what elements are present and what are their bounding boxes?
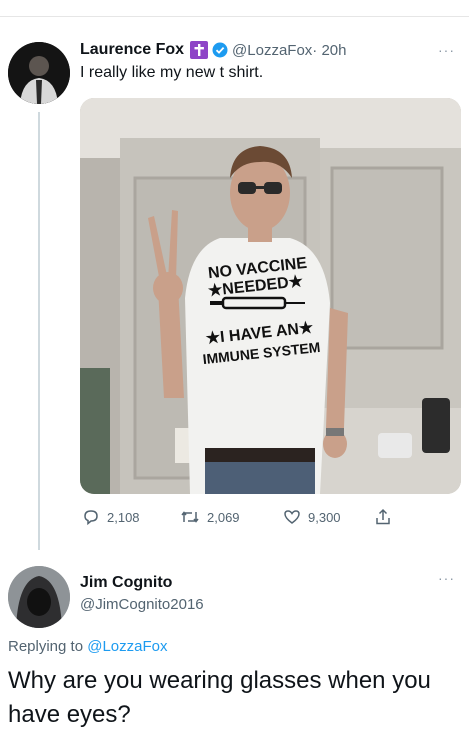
share-button[interactable] (374, 508, 399, 526)
tweet-header: Laurence Fox @LozzaFox · 20h (80, 38, 347, 62)
more-options-icon[interactable]: ··· (438, 570, 455, 586)
replying-to: Replying to @LozzaFox (8, 638, 167, 655)
retweet-count: 2,069 (207, 509, 240, 525)
reply-count: 2,108 (107, 509, 140, 525)
author-handle[interactable]: @JimCognito2016 (80, 596, 204, 613)
thread-line (38, 112, 40, 550)
retweet-button[interactable]: 2,069 (180, 508, 240, 526)
more-options-icon[interactable]: ··· (438, 42, 455, 58)
author-name[interactable]: Jim Cognito (80, 574, 172, 592)
reply-button[interactable]: 2,108 (82, 508, 140, 526)
reply-text: Why are you wearing glasses when you hav… (8, 667, 431, 728)
tweet-actions: 2,108 2,069 9,300 (80, 506, 461, 530)
tweet-text: I really like my new t shirt. (80, 64, 264, 81)
reply-icon (84, 510, 98, 526)
like-count: 9,300 (308, 509, 341, 525)
top-divider (0, 16, 469, 17)
cross-badge-icon (190, 41, 209, 59)
share-icon (376, 508, 390, 525)
tweet-photo[interactable]: NO VACCINE ★NEEDED★ ★I HAVE AN★ IMMUNE S… (80, 98, 461, 494)
avatar[interactable] (8, 566, 70, 628)
replying-prefix: Replying to (8, 638, 84, 655)
author-handle[interactable]: @LozzaFox (232, 42, 312, 59)
author-name[interactable]: Laurence Fox (80, 41, 184, 59)
mention-link[interactable]: @LozzaFox (87, 638, 167, 655)
avatar[interactable] (8, 42, 70, 104)
like-button[interactable]: 9,300 (283, 508, 341, 526)
retweet-icon (181, 511, 199, 523)
like-icon (284, 510, 300, 524)
verified-icon (212, 42, 228, 58)
tweet-time[interactable]: · 20h (312, 42, 346, 59)
